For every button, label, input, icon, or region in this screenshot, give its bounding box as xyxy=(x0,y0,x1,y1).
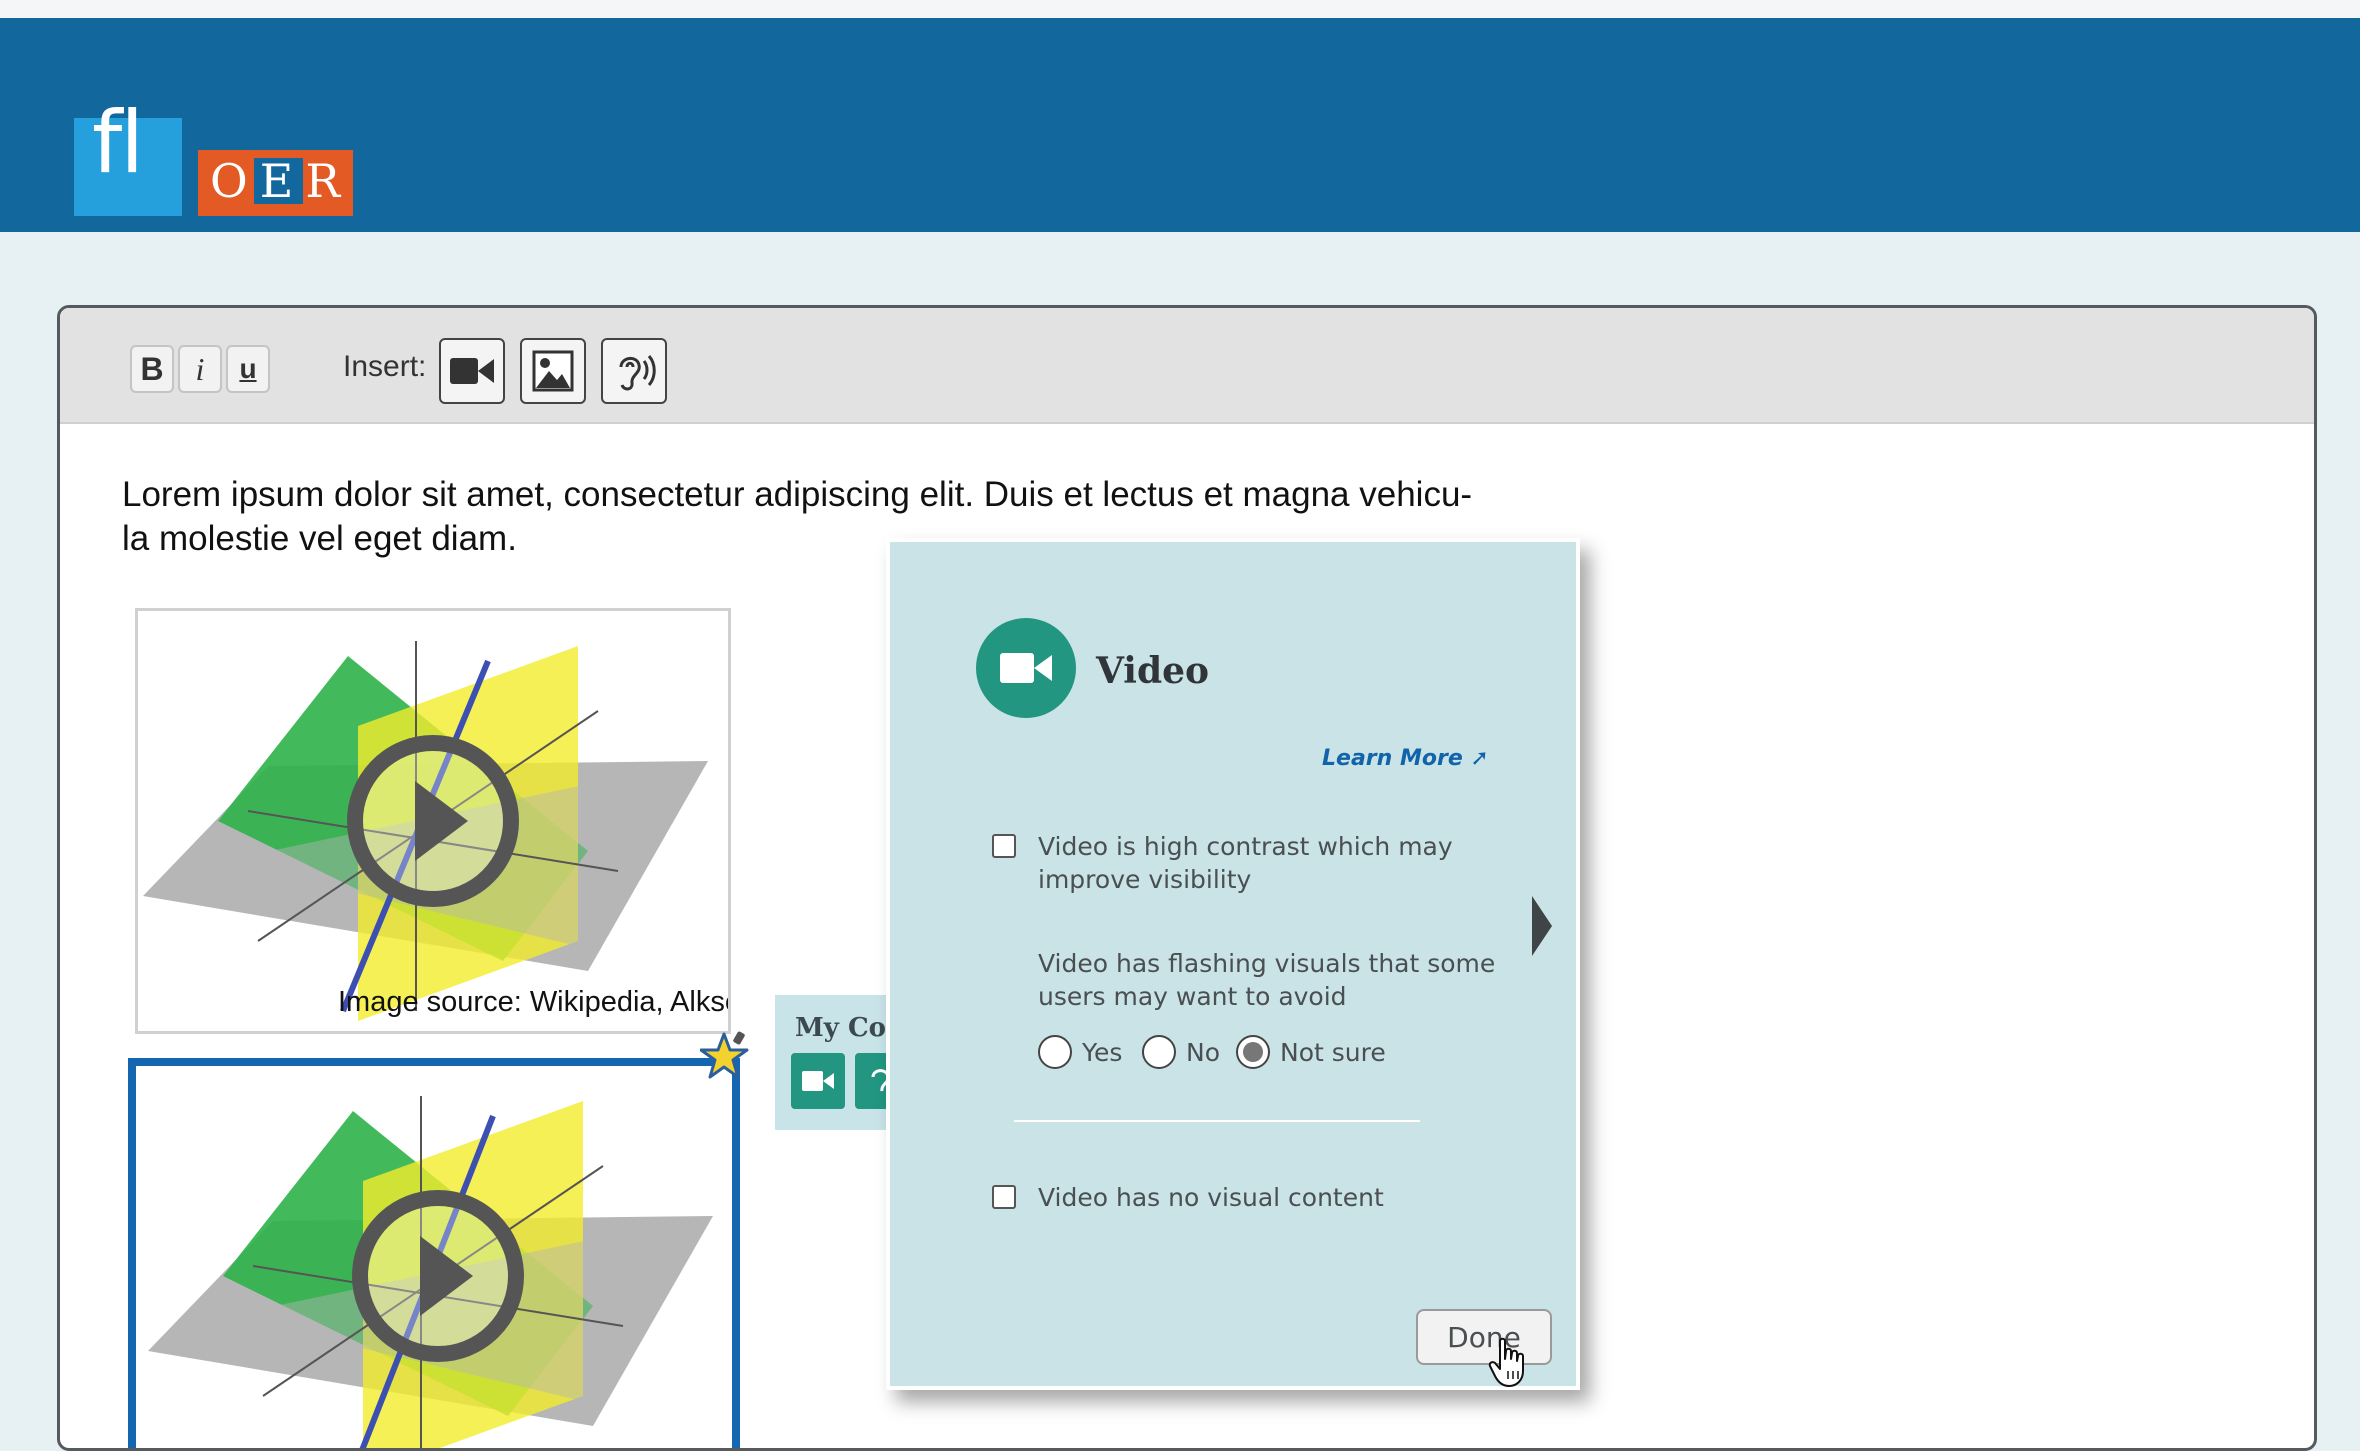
panel-divider xyxy=(1014,1120,1420,1122)
insert-video-button[interactable] xyxy=(439,338,505,404)
radio-yes-label: Yes xyxy=(1082,1038,1123,1067)
learn-more-label: Learn More xyxy=(1322,746,1463,771)
learn-more-link[interactable]: Learn More ➚ xyxy=(1322,746,1489,771)
image-caption: Image source: Wikipedia, Alksentrs xyxy=(338,986,728,1018)
high-contrast-label: Video is high contrast which may improve… xyxy=(1038,832,1453,894)
flashing-visuals-question: Video has flashing visuals that some use… xyxy=(1038,949,1496,1011)
my-content-video-button[interactable] xyxy=(791,1053,845,1109)
radio-not-sure[interactable] xyxy=(1236,1035,1270,1069)
editor-toolbar: B i u Insert: xyxy=(60,308,2314,424)
image-icon xyxy=(532,350,574,392)
logo-letter-r: R xyxy=(305,154,344,208)
logo-oer-box: OER xyxy=(198,150,353,216)
radio-no-label: No xyxy=(1186,1038,1220,1067)
hand-cursor-icon xyxy=(1488,1337,1524,1387)
italic-button[interactable]: i xyxy=(178,345,222,393)
no-visual-content-checkbox[interactable] xyxy=(992,1185,1016,1209)
app-header: fl OER xyxy=(0,18,2360,232)
logo-oer-text: OER xyxy=(210,158,344,204)
insert-image-button[interactable] xyxy=(520,338,586,404)
floer-logo[interactable]: fl OER xyxy=(74,100,354,218)
external-arrow-icon: ➚ xyxy=(1470,746,1489,771)
panel-title: Video xyxy=(1096,650,1210,692)
video-camera-icon xyxy=(802,1071,834,1091)
geometry-planes-image xyxy=(148,1096,713,1448)
next-page-arrow-icon[interactable] xyxy=(1532,896,1552,956)
geometry-planes-image xyxy=(143,641,708,1021)
video-camera-icon xyxy=(976,618,1076,718)
star-badge-icon[interactable] xyxy=(700,1030,756,1086)
my-content-label: My Cor xyxy=(795,1013,900,1043)
radio-yes[interactable] xyxy=(1038,1035,1072,1069)
no-visual-content-label: Video has no visual content xyxy=(1038,1183,1384,1212)
video-camera-icon xyxy=(450,358,494,384)
video-thumbnail[interactable]: Image source: Wikipedia, Alksentrs xyxy=(135,608,731,1034)
window-top-strip xyxy=(0,0,2360,18)
logo-fl-text: fl xyxy=(92,93,144,193)
logo-letter-o: O xyxy=(210,154,252,208)
done-button[interactable]: Done xyxy=(1416,1309,1552,1365)
ear-icon xyxy=(619,355,656,391)
logo-letter-e: E xyxy=(253,158,304,204)
high-contrast-checkbox[interactable] xyxy=(992,834,1016,858)
selected-video-thumbnail[interactable] xyxy=(128,1058,740,1448)
video-accessibility-panel: Video Learn More ➚ Video is high contras… xyxy=(886,538,1580,1390)
paragraph-line-1: Lorem ipsum dolor sit amet, consectetur … xyxy=(122,475,1473,514)
radio-not-sure-label: Not sure xyxy=(1280,1038,1386,1067)
radio-no[interactable] xyxy=(1142,1035,1176,1069)
underline-button[interactable]: u xyxy=(226,345,270,393)
bold-button[interactable]: B xyxy=(130,345,174,393)
insert-label: Insert: xyxy=(343,350,427,383)
insert-audio-button[interactable] xyxy=(601,338,667,404)
